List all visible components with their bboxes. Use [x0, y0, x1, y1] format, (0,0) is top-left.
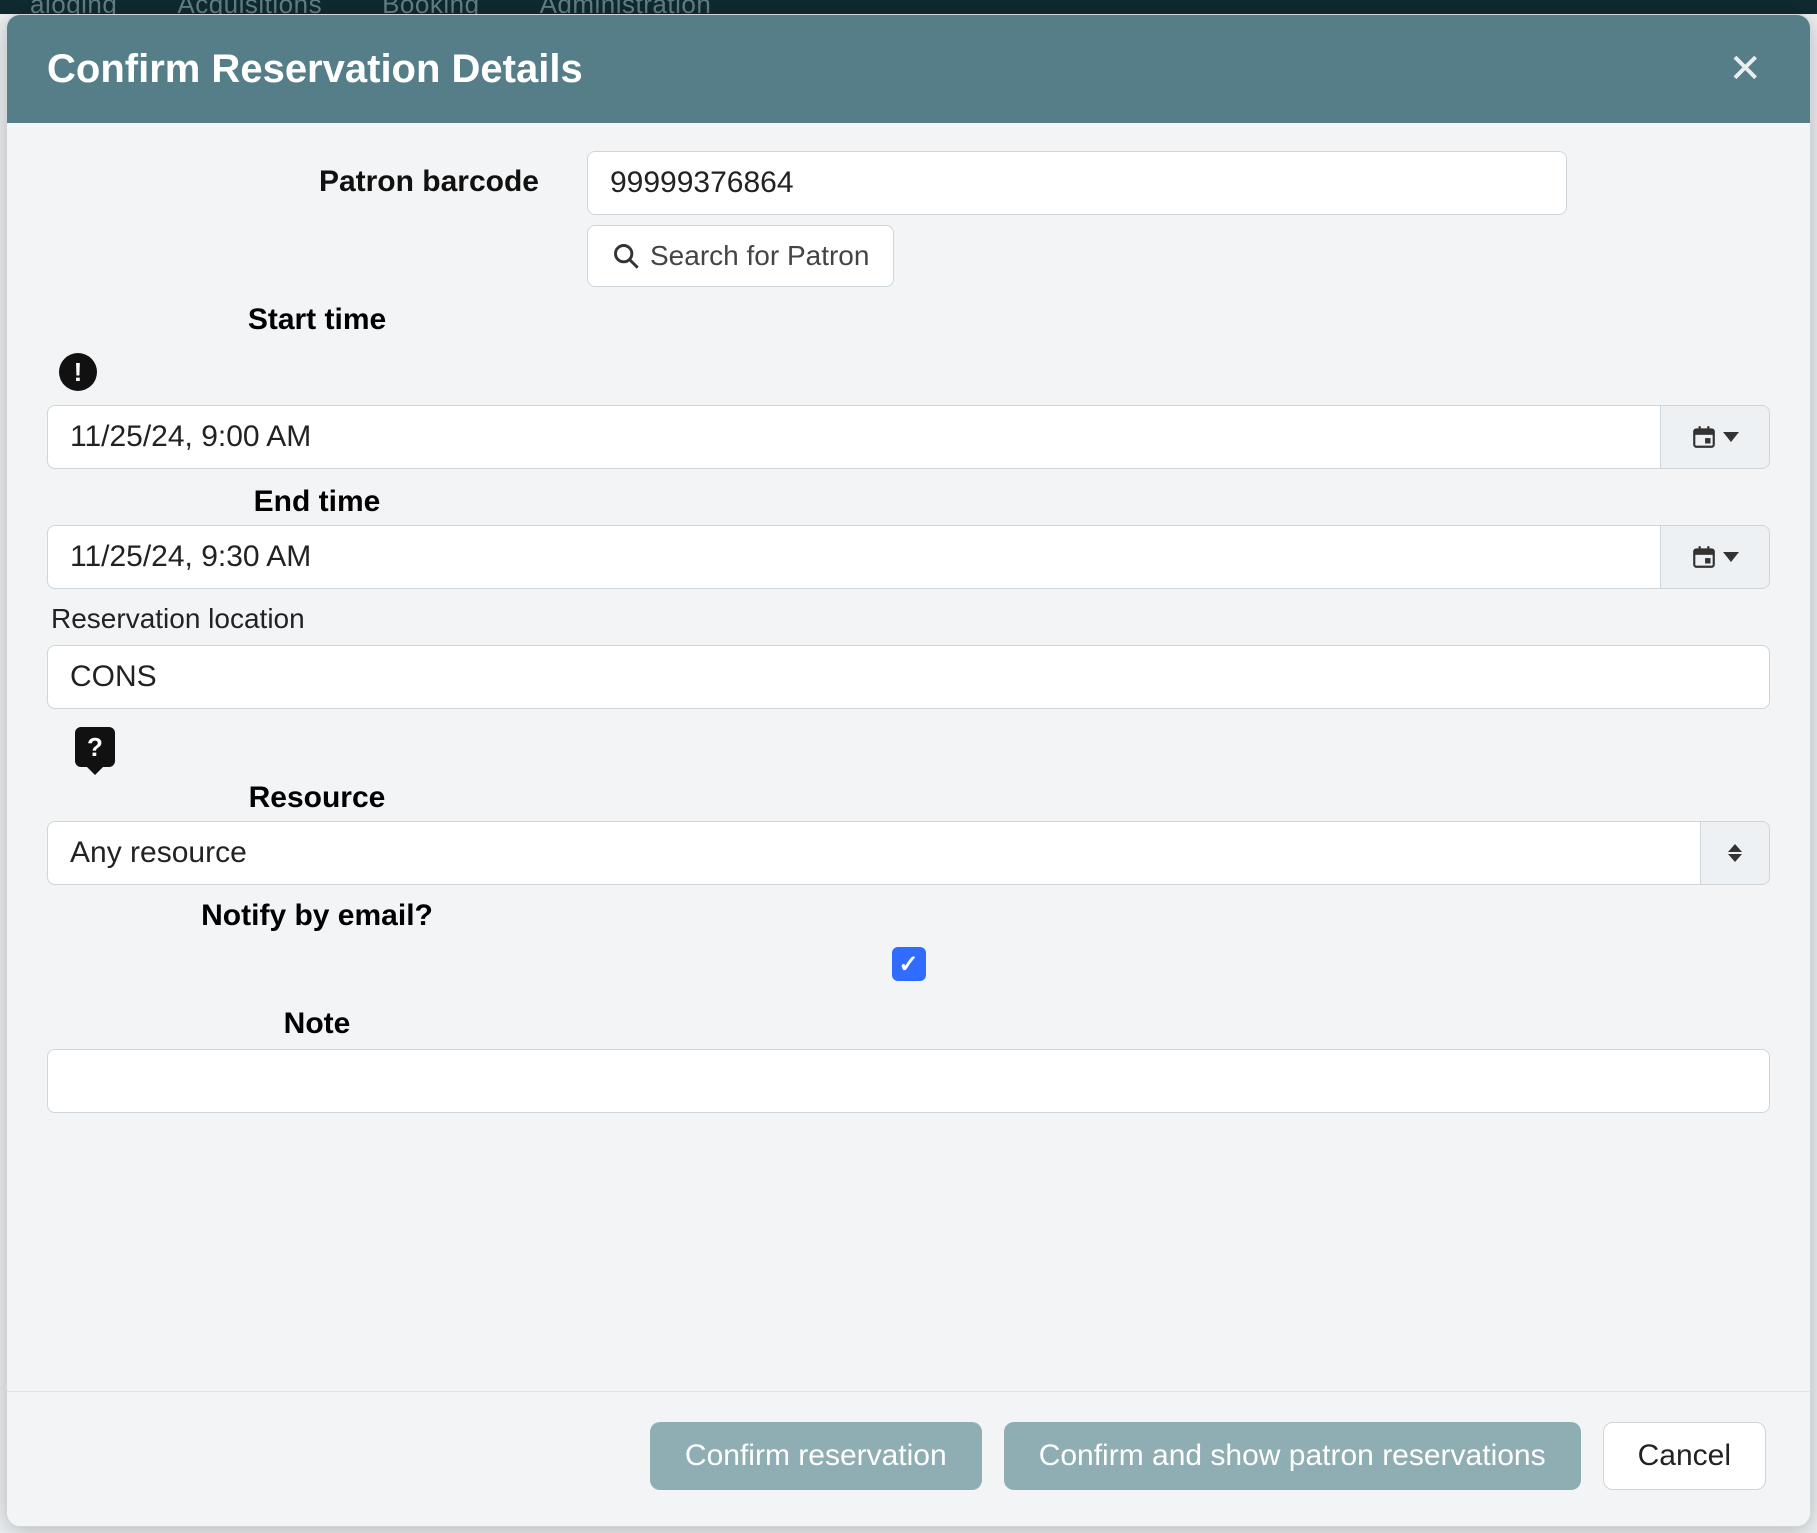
confirm-and-show-button[interactable]: Confirm and show patron reservations [1004, 1422, 1581, 1490]
patron-barcode-input[interactable] [587, 151, 1567, 215]
patron-barcode-label: Patron barcode [47, 151, 587, 199]
confirm-reservation-modal: Confirm Reservation Details ✕ Patron bar… [6, 14, 1811, 1527]
search-for-patron-label: Search for Patron [650, 240, 869, 272]
modal-footer: Confirm reservation Confirm and show pat… [7, 1391, 1810, 1526]
modal-header: Confirm Reservation Details ✕ [7, 15, 1810, 123]
end-time-label: End time [47, 485, 587, 519]
end-time-picker-button[interactable] [1660, 525, 1770, 589]
notify-email-checkbox[interactable]: ✓ [892, 947, 926, 981]
resource-select[interactable]: Any resource [47, 821, 1700, 885]
note-label: Note [47, 1007, 587, 1041]
chevron-down-icon [1723, 432, 1739, 442]
modal-title: Confirm Reservation Details [47, 47, 583, 92]
start-time-label: Start time [47, 303, 587, 337]
menu-item: aloging [30, 0, 117, 14]
chevron-down-icon [1723, 552, 1739, 562]
calendar-icon [1691, 544, 1717, 570]
search-for-patron-button[interactable]: Search for Patron [587, 225, 894, 287]
chevron-up-icon [1728, 844, 1742, 852]
help-icon[interactable]: ? [75, 727, 115, 767]
confirm-reservation-button[interactable]: Confirm reservation [650, 1422, 982, 1490]
reservation-location-label: Reservation location [51, 603, 1770, 635]
reservation-location-input[interactable] [47, 645, 1770, 709]
menu-item: Administration [540, 0, 712, 14]
note-input[interactable] [47, 1049, 1770, 1113]
end-time-input[interactable] [47, 525, 1660, 589]
resource-stepper[interactable] [1700, 821, 1770, 885]
end-time-row [47, 525, 1770, 589]
patron-barcode-row: Patron barcode Search for Patron [47, 151, 1770, 287]
resource-select-row: Any resource [47, 821, 1770, 885]
notify-email-label: Notify by email? [47, 899, 587, 933]
search-icon [612, 242, 640, 270]
menu-item: Acquisitions [177, 0, 322, 14]
calendar-icon [1691, 424, 1717, 450]
cancel-button[interactable]: Cancel [1603, 1422, 1766, 1490]
resource-label: Resource [47, 781, 587, 815]
modal-body: Patron barcode Search for Patron Start t… [7, 123, 1810, 1391]
start-time-picker-button[interactable] [1660, 405, 1770, 469]
alert-icon: ! [59, 353, 97, 391]
close-icon[interactable]: ✕ [1720, 45, 1770, 93]
page-backdrop: aloging Acquisitions Booking Administrat… [0, 0, 1817, 1533]
menu-item: Booking [382, 0, 479, 14]
obscured-top-menu: aloging Acquisitions Booking Administrat… [0, 0, 1817, 14]
chevron-down-icon [1728, 854, 1742, 862]
start-time-input[interactable] [47, 405, 1660, 469]
start-time-row [47, 405, 1770, 469]
